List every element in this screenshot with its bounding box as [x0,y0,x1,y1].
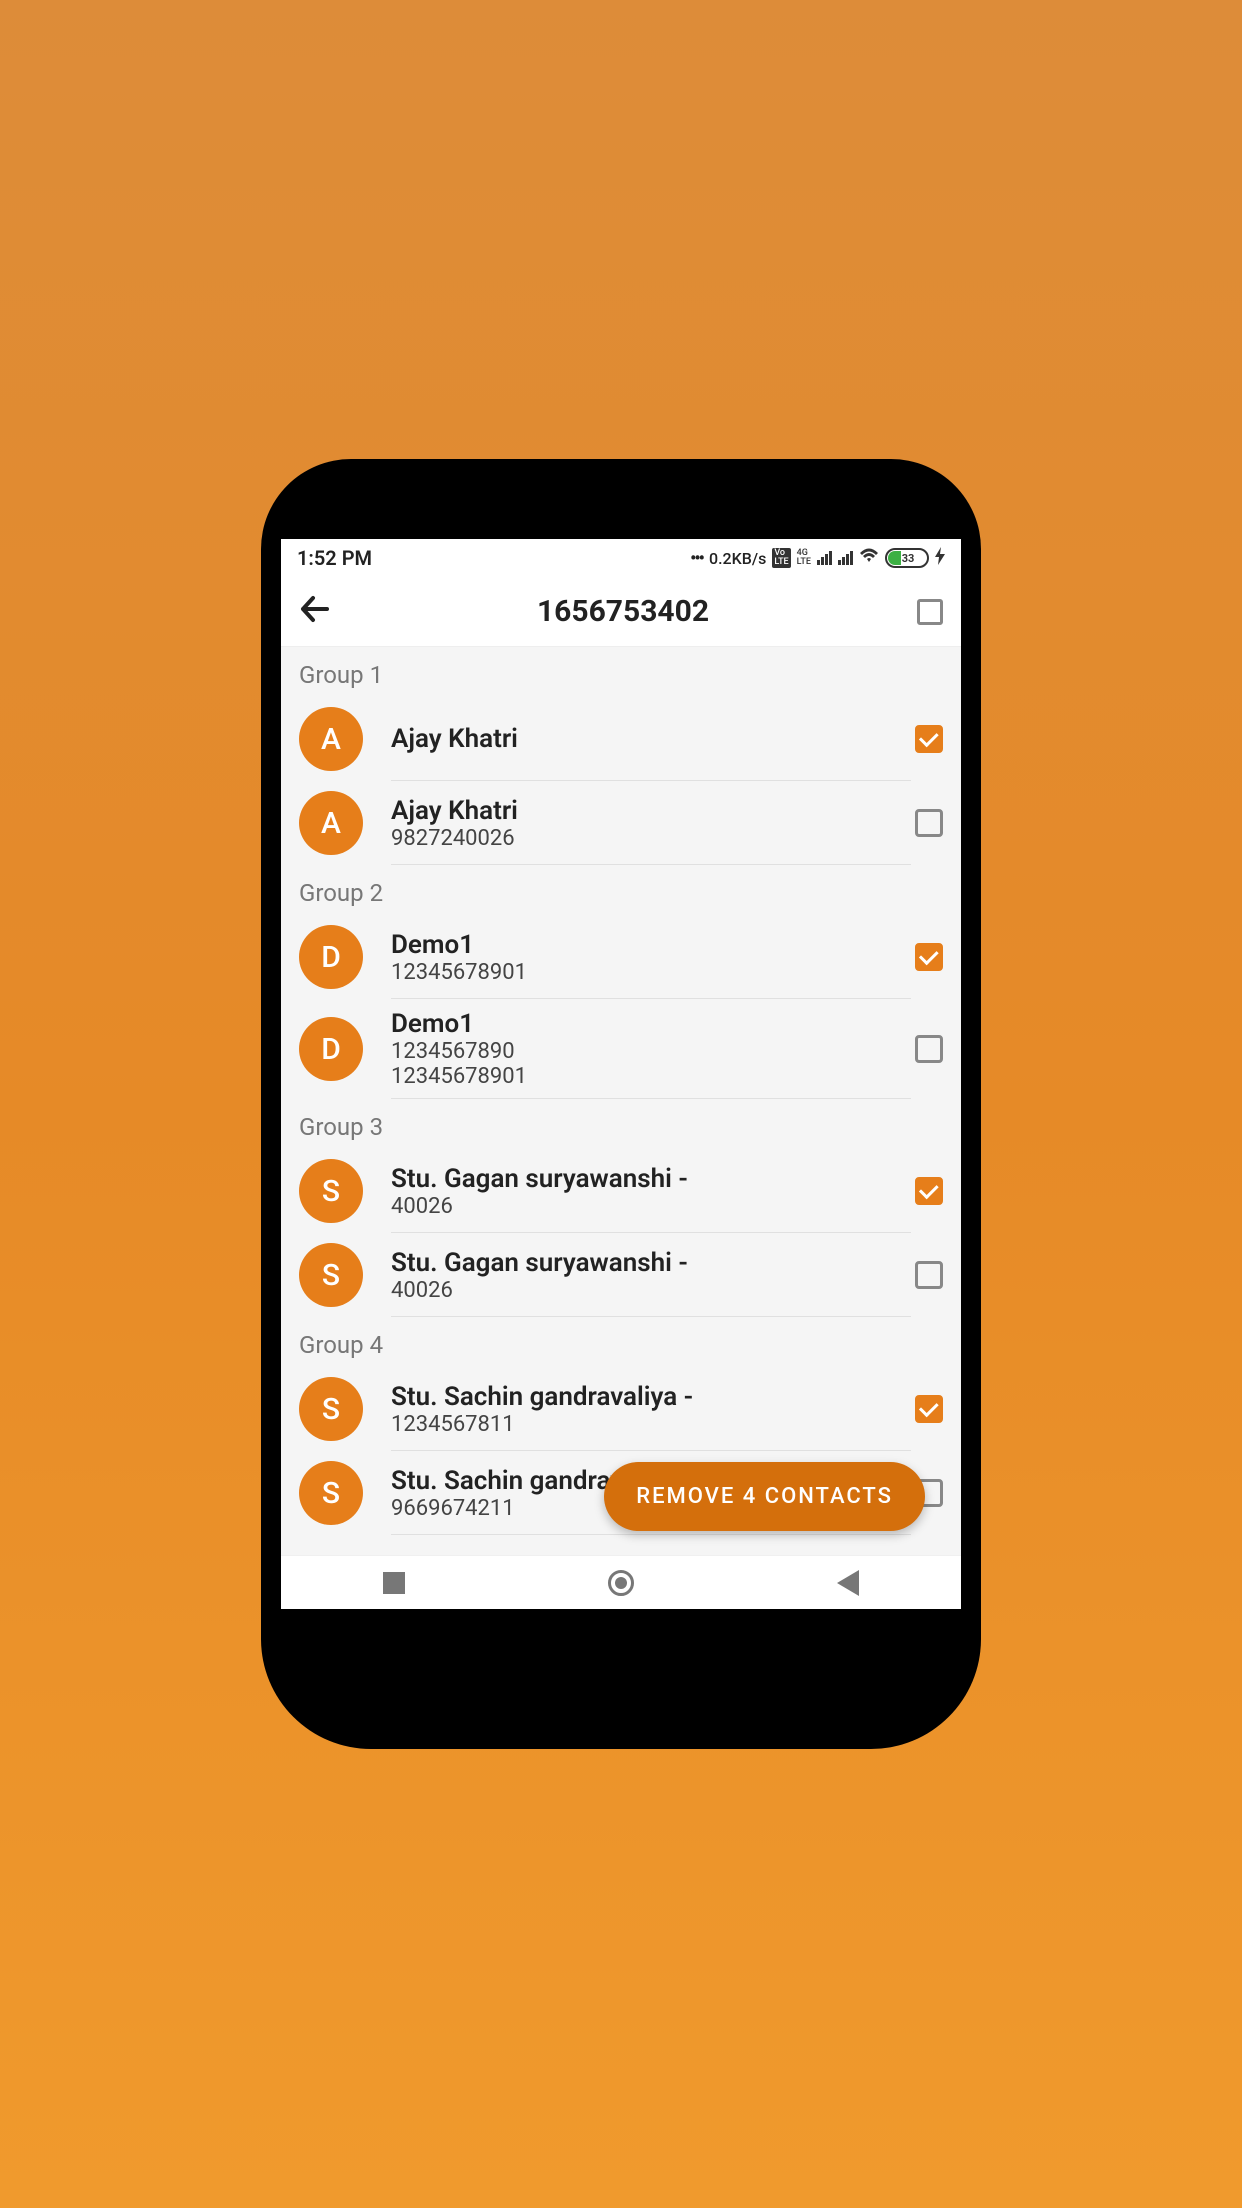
contact-name: Stu. Sachin gandravaliya - [391,1382,915,1412]
contact-checkbox[interactable] [915,1395,943,1423]
app-bar: 1656753402 [281,577,961,647]
contact-checkbox[interactable] [915,1261,943,1289]
contact-list[interactable]: Group 1AAjay KhatriAAjay Khatri982724002… [281,647,961,1555]
avatar: D [299,1017,363,1081]
contact-info: Ajay Khatri9827240026 [391,796,915,851]
avatar: S [299,1243,363,1307]
contact-phone: 40026 [391,1194,915,1219]
group-label: Group 3 [281,1099,961,1149]
avatar: A [299,791,363,855]
contact-row[interactable]: A Ajay Khatri9827240026 [281,781,961,865]
signal-bars-icon [817,551,832,565]
group-label: Group 1 [281,647,961,697]
contact-checkbox[interactable] [915,809,943,837]
avatar: S [299,1377,363,1441]
page-title: 1656753402 [329,594,917,629]
contact-checkbox[interactable] [915,1035,943,1063]
contact-info: Demo112345678901 [391,930,915,985]
volte-badge: VoLTE [772,548,790,568]
contact-row[interactable]: D Demo1123456789012345678901 [281,999,961,1099]
signal-bars-icon-2 [838,551,853,565]
back-arrow-icon[interactable] [299,594,329,630]
contact-phone-2: 12345678901 [391,1064,915,1089]
contact-info: Stu. Sachin gandravaliya -1234567811 [391,1382,915,1437]
more-dots-icon: ••• [690,548,703,569]
contact-checkbox[interactable] [915,1177,943,1205]
battery-icon: 33 [885,548,929,568]
contact-phone: 1234567890 [391,1039,915,1064]
contact-phone: 40026 [391,1278,915,1303]
status-right: ••• 0.2KB/s VoLTE 4GLTE 33 [690,547,945,569]
home-button[interactable] [608,1570,634,1596]
charging-icon [935,547,945,569]
avatar: S [299,1159,363,1223]
wifi-icon [859,548,879,569]
contact-row[interactable]: S Stu. Gagan suryawanshi -40026 [281,1149,961,1233]
back-button[interactable] [837,1570,859,1596]
avatar: D [299,925,363,989]
avatar: A [299,707,363,771]
avatar: S [299,1461,363,1525]
net-4g-icon: 4GLTE [797,549,811,567]
phone-frame: 1:52 PM ••• 0.2KB/s VoLTE 4GLTE 33 [261,459,981,1749]
contact-name: Demo1 [391,930,915,960]
contact-phone: 9827240026 [391,826,915,851]
contact-info: Demo1123456789012345678901 [391,1009,915,1089]
contact-name: Stu. Gagan suryawanshi - [391,1164,915,1194]
contact-info: Stu. Gagan suryawanshi -40026 [391,1248,915,1303]
remove-contacts-button[interactable]: REMOVE 4 CONTACTS [604,1462,925,1531]
status-time: 1:52 PM [297,546,372,570]
status-bar: 1:52 PM ••• 0.2KB/s VoLTE 4GLTE 33 [281,539,961,577]
android-nav-bar [281,1555,961,1609]
group-label: Group 4 [281,1317,961,1367]
recent-apps-button[interactable] [383,1572,405,1594]
contact-checkbox[interactable] [915,943,943,971]
contact-row[interactable]: A Ajay Khatri [281,697,961,781]
contact-row[interactable]: D Demo112345678901 [281,915,961,999]
contact-phone: 12345678901 [391,960,915,985]
contact-checkbox[interactable] [915,725,943,753]
contact-name: Stu. Gagan suryawanshi - [391,1248,915,1278]
contact-name: Ajay Khatri [391,724,915,754]
contact-phone: 1234567811 [391,1412,915,1437]
contact-info: Ajay Khatri [391,724,915,754]
contact-info: Stu. Gagan suryawanshi -40026 [391,1164,915,1219]
select-all-checkbox[interactable] [917,599,943,625]
contact-row[interactable]: S Stu. Sachin gandravaliya -1234567811 [281,1367,961,1451]
contact-row[interactable]: S Stu. Gagan suryawanshi -40026 [281,1233,961,1317]
phone-screen: 1:52 PM ••• 0.2KB/s VoLTE 4GLTE 33 [281,539,961,1609]
contact-name: Demo1 [391,1009,915,1039]
status-speed: 0.2KB/s [709,549,766,568]
group-label: Group 2 [281,865,961,915]
contact-name: Ajay Khatri [391,796,915,826]
